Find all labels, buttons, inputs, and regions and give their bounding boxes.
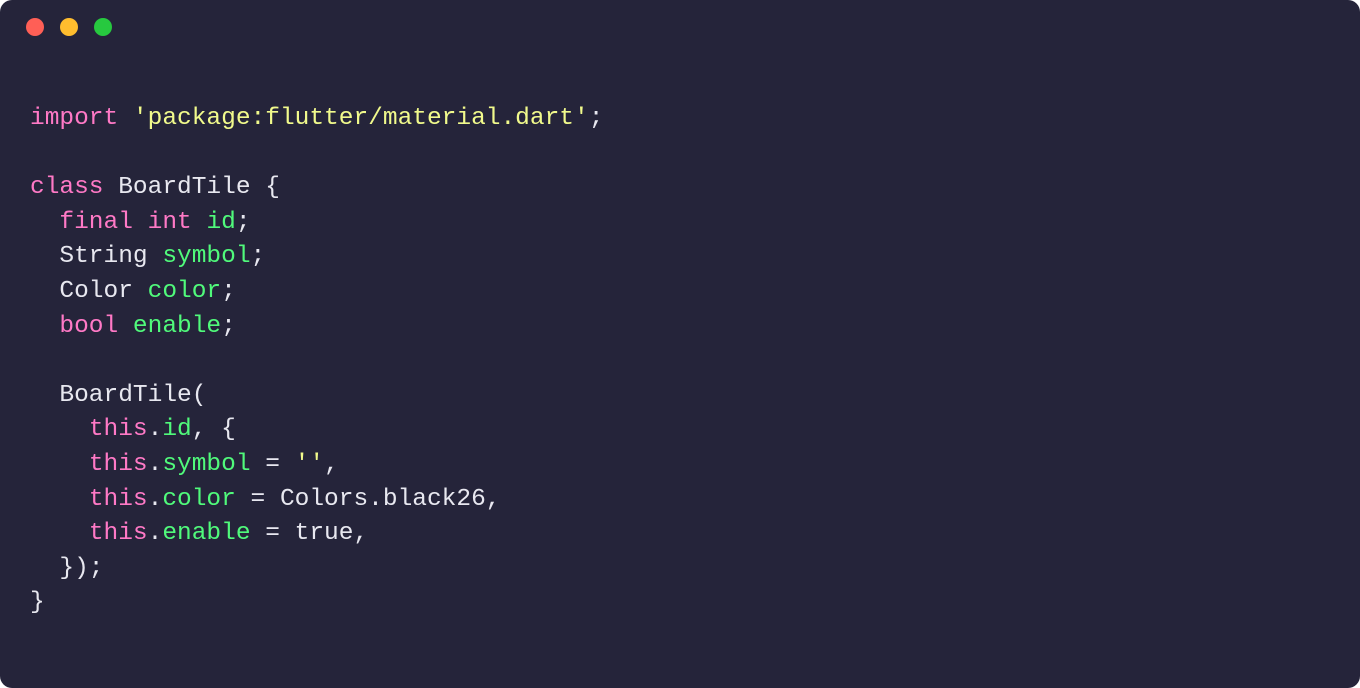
code-editor-content: import 'package:flutter/material.dart'; …: [0, 54, 1360, 651]
field-enable: enable: [133, 313, 221, 340]
keyword-import: import: [30, 105, 118, 132]
type-string: String: [59, 243, 147, 270]
window-titlebar: [0, 0, 1360, 54]
type-bool: bool: [59, 313, 118, 340]
class-name: BoardTile: [118, 174, 250, 201]
default-value: true: [295, 520, 354, 547]
keyword-this: this: [89, 520, 148, 547]
string-literal: 'package:flutter/material.dart': [133, 105, 589, 132]
keyword-this: this: [89, 416, 148, 443]
string-literal: '': [295, 451, 324, 478]
minimize-icon[interactable]: [60, 18, 78, 36]
constructor-name: BoardTile: [59, 382, 191, 409]
code-window: import 'package:flutter/material.dart'; …: [0, 0, 1360, 688]
type-int: int: [148, 209, 192, 236]
default-value: Colors.black26: [280, 486, 486, 513]
field-symbol: symbol: [162, 243, 250, 270]
close-icon[interactable]: [26, 18, 44, 36]
keyword-this: this: [89, 486, 148, 513]
keyword-this: this: [89, 451, 148, 478]
zoom-icon[interactable]: [94, 18, 112, 36]
keyword-final: final: [59, 209, 133, 236]
field-id: id: [206, 209, 235, 236]
type-color: Color: [59, 278, 133, 305]
field-color: color: [148, 278, 222, 305]
keyword-class: class: [30, 174, 104, 201]
